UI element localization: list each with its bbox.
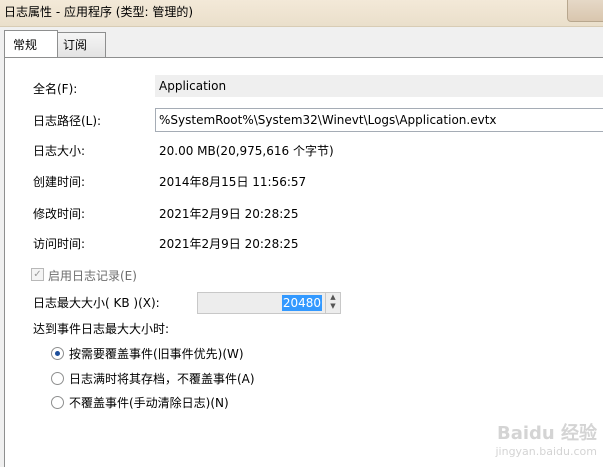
general-panel: 全名(F): Application 日志路径(L): %SystemRoot%…: [4, 57, 603, 467]
arrow-down-icon[interactable]: ▼: [326, 302, 340, 311]
created-label: 创建时间:: [33, 175, 86, 189]
full-name-value: Application: [155, 75, 603, 97]
full-name-label: 全名(F):: [33, 82, 78, 96]
radio-do-not-overwrite[interactable]: [51, 396, 64, 409]
log-size-value: 20.00 MB(20,975,616 个字节): [159, 144, 334, 158]
enable-logging-label: 启用日志记录(E): [48, 269, 137, 283]
accessed-value: 2021年2月9日 20:28:25: [159, 237, 299, 251]
watermark-brand: Baidu 经验: [496, 423, 597, 444]
enable-logging-checkbox[interactable]: ✓: [31, 268, 44, 281]
watermark: Baidu 经验 jingyan.baidu.com: [495, 425, 597, 461]
checkmark-icon: ✓: [33, 269, 42, 280]
watermark-url: jingyan.baidu.com: [495, 445, 597, 458]
max-size-label: 日志最大大小( KB )(X):: [33, 296, 160, 310]
when-max-label: 达到事件日志最大大小时:: [33, 322, 170, 336]
window-title: 日志属性 - 应用程序 (类型: 管理的): [4, 5, 193, 19]
log-path-field[interactable]: %SystemRoot%\System32\Winevt\Logs\Applic…: [155, 108, 603, 132]
option-no-overwrite-label: 不覆盖事件(手动清除日志)(N): [69, 396, 229, 410]
tab-general[interactable]: 常规: [4, 30, 58, 57]
accessed-label: 访问时间:: [33, 237, 86, 251]
radio-overwrite-as-needed[interactable]: [51, 347, 64, 360]
radio-archive[interactable]: [51, 372, 64, 385]
option-overwrite-label: 按需要覆盖事件(旧事件优先)(W): [69, 347, 244, 361]
max-size-value[interactable]: 20480: [281, 295, 322, 311]
arrow-up-icon[interactable]: ▲: [326, 293, 340, 302]
created-value: 2014年8月15日 11:56:57: [159, 175, 307, 189]
max-size-spinner[interactable]: 20480 ▲ ▼: [197, 292, 341, 314]
modified-label: 修改时间:: [33, 207, 86, 221]
spinner-arrows: ▲ ▼: [325, 293, 340, 313]
modified-value: 2021年2月9日 20:28:25: [159, 207, 299, 221]
log-size-label: 日志大小:: [33, 144, 86, 158]
tab-bar: 常规 订阅: [0, 30, 603, 58]
log-path-label: 日志路径(L):: [33, 114, 102, 128]
tab-subscriptions[interactable]: 订阅: [54, 32, 106, 57]
properties-dialog: 日志属性 - 应用程序 (类型: 管理的) 常规 订阅 全名(F): Appli…: [0, 0, 603, 467]
title-bar[interactable]: 日志属性 - 应用程序 (类型: 管理的): [0, 0, 603, 27]
option-archive-label: 日志满时将其存档，不覆盖事件(A): [69, 372, 255, 386]
close-button[interactable]: [567, 0, 603, 22]
